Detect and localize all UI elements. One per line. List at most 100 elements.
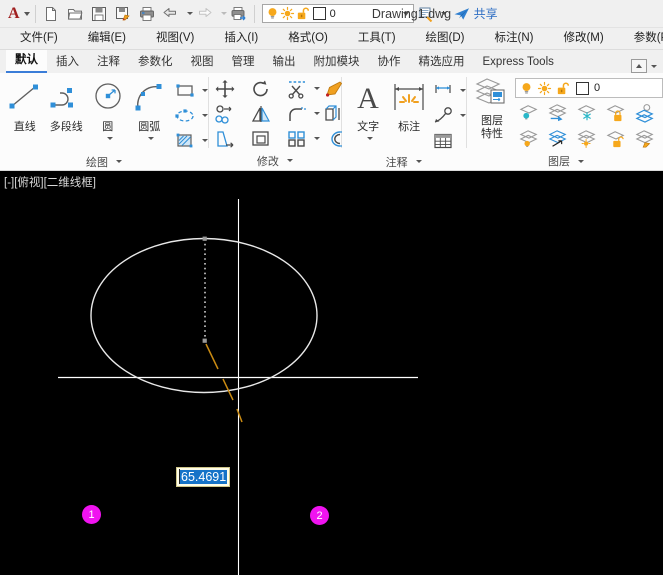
hatch-tool-button[interactable] — [172, 129, 198, 153]
lightbulb-on-icon[interactable] — [519, 81, 534, 96]
layer-lock-tool-button[interactable] — [602, 100, 631, 126]
tab-annotate[interactable]: 注释 — [88, 52, 129, 73]
menu-item-file[interactable]: 文件(F) — [12, 28, 66, 49]
open-file-button[interactable] — [64, 3, 86, 25]
tab-output[interactable]: 输出 — [264, 52, 305, 73]
menu-item-format[interactable]: 格式(O) — [280, 28, 336, 49]
menu-item-view[interactable]: 视图(V) — [148, 28, 202, 49]
layer-make-current-tool-button[interactable] — [544, 126, 573, 152]
arc-tool-button[interactable]: 圆弧 — [129, 77, 171, 143]
sun-icon[interactable] — [280, 6, 295, 21]
dimension-tool-button[interactable]: 标注 — [389, 77, 430, 143]
menu-item-dimension[interactable]: 标注(N) — [487, 28, 542, 49]
minor-axis-length-input[interactable]: 65.4691 — [180, 470, 227, 484]
tab-insert[interactable]: 插入 — [47, 52, 88, 73]
text-dropdown[interactable] — [363, 134, 373, 143]
layer-freeze-tool-button[interactable] — [573, 100, 602, 126]
array-dropdown[interactable] — [310, 137, 320, 140]
menu-item-parameter[interactable]: 参数(P) — [626, 28, 663, 49]
table-tool-button[interactable] — [430, 129, 456, 153]
rectangle-tool-button[interactable] — [172, 79, 198, 103]
chevron-down-icon[interactable] — [221, 12, 227, 15]
scale-tool-button[interactable] — [248, 127, 274, 151]
dim-style-dropdown[interactable] — [456, 89, 466, 92]
chevron-down-icon[interactable] — [403, 12, 409, 16]
layer-match-tool-button[interactable] — [544, 100, 573, 126]
tab-collaborate[interactable]: 协作 — [369, 52, 410, 73]
new-file-button[interactable] — [40, 3, 62, 25]
current-layer-display[interactable]: 0 — [515, 78, 663, 98]
ellipse-preview — [91, 239, 317, 393]
ellipse-dropdown[interactable] — [198, 114, 208, 117]
layer-isolate-tool-button[interactable] — [515, 100, 544, 126]
menu-item-insert[interactable]: 插入(I) — [216, 28, 266, 49]
menu-item-edit[interactable]: 编辑(E) — [80, 28, 134, 49]
copy-tool-button[interactable] — [212, 102, 238, 126]
layer-unlock-tool-button[interactable] — [602, 126, 631, 152]
drawing-canvas[interactable]: [-][俯视][二维线框] 65.4691 指定另一条半轴长度或 — [0, 171, 663, 575]
save-as-button[interactable] — [112, 3, 134, 25]
layer-control-combobox[interactable]: 0 — [262, 4, 414, 23]
dimension-style-button[interactable] — [430, 79, 456, 103]
tab-parametric[interactable]: 参数化 — [129, 52, 182, 73]
rotate-tool-button[interactable] — [248, 77, 274, 101]
move-tool-button[interactable] — [212, 77, 238, 101]
chevron-down-icon[interactable] — [651, 65, 657, 68]
text-tool-button[interactable]: A 文字 — [348, 77, 389, 143]
application-menu-button[interactable]: A — [0, 6, 32, 22]
ellipse-tool-button[interactable] — [172, 104, 198, 128]
circle-tool-button[interactable]: 圆 — [87, 77, 129, 143]
share-button[interactable]: 共享 — [453, 5, 498, 22]
menu-item-modify[interactable]: 修改(M) — [555, 28, 611, 49]
annotation-panel-title[interactable]: 注释 — [342, 153, 466, 170]
layer-change-tool-button[interactable] — [631, 126, 660, 152]
mirror-tool-button[interactable] — [248, 102, 274, 126]
undo-split-button[interactable] — [159, 3, 193, 25]
circle-dropdown[interactable] — [103, 134, 113, 143]
plot-preview-button[interactable] — [228, 3, 250, 25]
layers-panel-title[interactable]: 图层 — [469, 152, 663, 170]
menu-item-draw[interactable]: 绘图(D) — [418, 28, 473, 49]
layer-color-swatch[interactable] — [313, 7, 326, 20]
layer-properties-tool-button[interactable]: 图层 特性 — [469, 76, 515, 141]
arc-dropdown[interactable] — [144, 134, 154, 143]
modify-panel-title[interactable]: 修改 — [208, 151, 341, 170]
tab-manage[interactable]: 管理 — [223, 52, 264, 73]
layer-off-tool-button[interactable] — [515, 126, 544, 152]
tab-default[interactable]: 默认 — [6, 50, 47, 73]
line-tool-button[interactable]: 直线 — [4, 77, 46, 143]
redo-split-button[interactable] — [193, 3, 227, 25]
unlock-icon[interactable] — [555, 81, 570, 96]
tab-featured-apps[interactable]: 精选应用 — [410, 52, 474, 73]
more-options-icon[interactable] — [441, 12, 447, 15]
plot-button[interactable] — [136, 3, 158, 25]
fillet-dropdown[interactable] — [310, 112, 320, 115]
dynamic-input-box[interactable]: 65.4691 — [176, 467, 230, 487]
trim-dropdown[interactable] — [310, 87, 320, 90]
menu-item-tools[interactable]: 工具(T) — [350, 28, 404, 49]
draw-panel-title[interactable]: 绘图 — [0, 153, 208, 170]
save-button[interactable] — [88, 3, 110, 25]
layer-merge-tool-button[interactable] — [631, 100, 660, 126]
tab-view[interactable]: 视图 — [182, 52, 223, 73]
layer-properties-button[interactable] — [415, 3, 437, 25]
trim-tool-button[interactable] — [284, 77, 310, 101]
tab-addins[interactable]: 附加模块 — [305, 52, 369, 73]
fillet-tool-button[interactable] — [284, 102, 310, 126]
leader-dropdown[interactable] — [456, 114, 466, 117]
redo-button[interactable] — [194, 3, 216, 25]
layer-thaw-tool-button[interactable] — [573, 126, 602, 152]
unlock-icon[interactable] — [295, 6, 310, 21]
undo-button[interactable] — [160, 3, 182, 25]
polyline-tool-button[interactable]: 多段线 — [46, 77, 88, 143]
ribbon-minimize-button[interactable] — [631, 59, 663, 73]
array-tool-button[interactable] — [284, 127, 310, 151]
tab-express-tools[interactable]: Express Tools — [474, 52, 563, 73]
hatch-dropdown[interactable] — [198, 139, 208, 142]
leader-tool-button[interactable] — [430, 104, 456, 128]
sun-icon[interactable] — [537, 81, 552, 96]
layer-color-swatch[interactable] — [576, 82, 589, 95]
lightbulb-on-icon[interactable] — [265, 6, 280, 21]
stretch-tool-button[interactable] — [212, 127, 238, 151]
rectangle-dropdown[interactable] — [198, 89, 208, 92]
